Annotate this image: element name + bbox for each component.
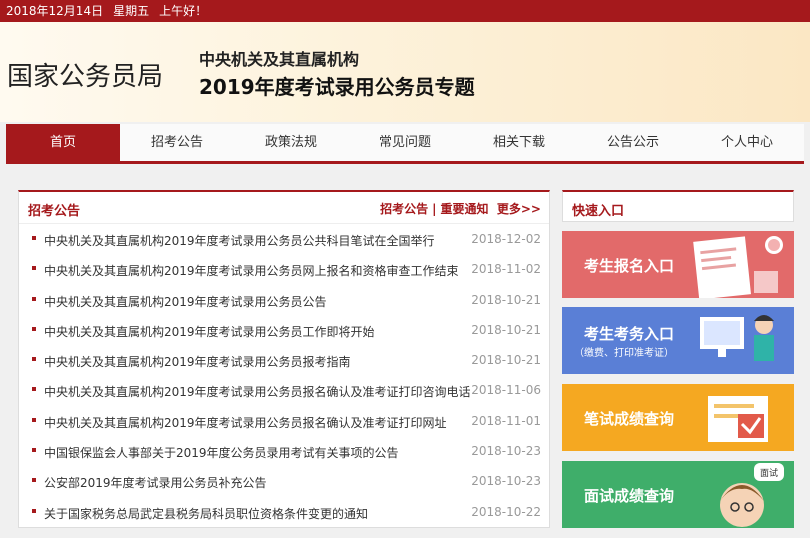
news-date: 2018-10-22 (471, 504, 541, 519)
list-item[interactable]: 中国银保监会人事部关于2019年度公务员录用考试有关事项的公告 2018-10-2… (19, 437, 549, 467)
top-date-bar: 2018年12月14日 星期五 上午好！ (0, 0, 810, 22)
site-logo-title[interactable]: 国家公务员局 (7, 56, 163, 93)
news-title[interactable]: 中央机关及其直属机构2019年度考试录用公务员工作即将开始 (44, 323, 375, 340)
interview-bubble-text: 面试 (760, 467, 778, 479)
bullet-icon (32, 236, 36, 240)
computer-user-icon (700, 315, 774, 361)
interview-person-icon: 面试 (720, 463, 784, 527)
link-important-notices[interactable]: 重要通知 (441, 202, 489, 216)
written-score-query-button[interactable]: 笔试成绩查询 (562, 384, 794, 451)
nav-personal-center[interactable]: 个人中心 (690, 124, 804, 161)
interview-score-query-label: 面试成绩查询 (584, 487, 675, 505)
news-date: 2018-11-01 (471, 413, 541, 428)
news-title[interactable]: 中央机关及其直属机构2019年度考试录用公务员报名确认及准考证打印咨询电话 (44, 383, 471, 400)
news-date: 2018-11-06 (471, 383, 541, 398)
nav-policies[interactable]: 政策法规 (234, 124, 348, 161)
news-date: 2018-10-23 (471, 474, 541, 489)
nav-recruitment-notices[interactable]: 招考公告 (120, 124, 234, 161)
bullet-icon (32, 266, 36, 271)
quick-entry-title: 快速入口 (572, 204, 625, 219)
news-title[interactable]: 中央机关及其直属机构2019年度考试录用公务员公共科目笔试在全国举行 (44, 232, 435, 249)
nav-home[interactable]: 首页 (6, 124, 120, 161)
bullet-icon (32, 417, 36, 422)
news-title[interactable]: 中央机关及其直属机构2019年度考试录用公务员网上报名和资格审查工作结束 (44, 262, 459, 279)
registration-entry-button[interactable]: 考生报名入口 (562, 231, 794, 298)
list-item[interactable]: 中央机关及其直属机构2019年度考试录用公务员网上报名和资格审查工作结束 2018… (19, 255, 549, 285)
list-item[interactable]: 关于国家税务总局武定县税务局科员职位资格条件变更的通知 2018-10-22 (19, 498, 549, 528)
exam-affairs-entry-sublabel: （缴费、打印准考证） (574, 348, 674, 359)
news-list: 中央机关及其直属机构2019年度考试录用公务员公共科目笔试在全国举行 2018-1… (19, 225, 549, 528)
news-date: 2018-10-21 (471, 353, 541, 368)
list-item[interactable]: 中央机关及其直属机构2019年度考试录用公务员报名确认及准考证打印网址 2018-… (19, 407, 549, 437)
bullet-icon (32, 326, 36, 331)
written-score-query-label: 笔试成绩查询 (584, 410, 675, 428)
date-text: 2018年12月14日 (6, 4, 104, 18)
news-date: 2018-10-21 (471, 292, 541, 307)
news-panel: 招考公告 招考公告 | 重要通知 更多>> 中央机关及其直属机构2019年度考试录用… (18, 190, 550, 528)
nav-downloads[interactable]: 相关下载 (462, 124, 576, 161)
interview-score-query-button[interactable]: 面试成绩查询 面试 (562, 461, 794, 528)
list-item[interactable]: 中央机关及其直属机构2019年度考试录用公务员报考指南 2018-10-21 (19, 346, 549, 376)
bullet-icon (32, 387, 36, 392)
list-item[interactable]: 公安部2019年度考试录用公务员补充公告 2018-10-23 (19, 467, 549, 497)
main-nav: 首页 招考公告 政策法规 常见问题 相关下载 公告公示 个人中心 (6, 124, 804, 164)
news-title[interactable]: 中国银保监会人事部关于2019年度公务员录用考试有关事项的公告 (44, 444, 399, 461)
news-title[interactable]: 公安部2019年度考试录用公务员补充公告 (44, 474, 267, 491)
registration-entry-label: 考生报名入口 (584, 257, 675, 275)
news-date: 2018-11-02 (471, 262, 541, 277)
link-separator: | (432, 202, 437, 216)
exam-affairs-entry-label: 考生考务入口 (584, 325, 675, 343)
bullet-icon (32, 478, 36, 483)
list-item[interactable]: 中央机关及其直属机构2019年度考试录用公务员工作即将开始 2018-10-21 (19, 316, 549, 346)
nav-public-notices[interactable]: 公告公示 (576, 124, 690, 161)
score-report-icon (708, 396, 768, 442)
exam-affairs-entry-button[interactable]: 考生考务入口 （缴费、打印准考证） (562, 307, 794, 374)
bullet-icon (32, 357, 36, 362)
news-title[interactable]: 中央机关及其直属机构2019年度考试录用公务员报考指南 (44, 353, 351, 370)
news-title[interactable]: 中央机关及其直属机构2019年度考试录用公务员报名确认及准考证打印网址 (44, 414, 447, 431)
bullet-icon (32, 508, 36, 513)
list-item[interactable]: 中央机关及其直属机构2019年度考试录用公务员公告 2018-10-21 (19, 286, 549, 316)
news-panel-title: 招考公告 (28, 204, 81, 219)
link-recruitment-notices[interactable]: 招考公告 (380, 202, 428, 216)
registration-form-icon (693, 236, 783, 298)
news-date: 2018-10-21 (471, 322, 541, 337)
news-panel-links: 招考公告 | 重要通知 更多>> (380, 200, 541, 217)
news-title[interactable]: 中央机关及其直属机构2019年度考试录用公务员公告 (44, 293, 327, 310)
weekday-text: 星期五 (113, 4, 150, 18)
nav-faq[interactable]: 常见问题 (348, 124, 462, 161)
more-link[interactable]: 更多>> (497, 202, 541, 216)
header-banner: 国家公务员局 中央机关及其直属机构 2019年度考试录用公务员专题 (0, 22, 810, 122)
bullet-icon (32, 296, 36, 301)
news-date: 2018-12-02 (471, 232, 541, 246)
quick-entry-header: 快速入口 (562, 190, 794, 222)
list-item[interactable]: 中央机关及其直属机构2019年度考试录用公务员公共科目笔试在全国举行 2018-1… (19, 225, 549, 255)
news-panel-header: 招考公告 招考公告 | 重要通知 更多>> (19, 192, 549, 224)
news-title[interactable]: 关于国家税务总局武定县税务局科员职位资格条件变更的通知 (44, 505, 368, 522)
banner-subtitle: 中央机关及其直属机构 (199, 50, 360, 69)
banner-title: 2019年度考试录用公务员专题 (199, 75, 475, 99)
news-date: 2018-10-23 (471, 444, 541, 459)
bullet-icon (32, 448, 36, 453)
list-item[interactable]: 中央机关及其直属机构2019年度考试录用公务员报名确认及准考证打印咨询电话 201… (19, 376, 549, 406)
greeting-text: 上午好！ (159, 4, 208, 18)
